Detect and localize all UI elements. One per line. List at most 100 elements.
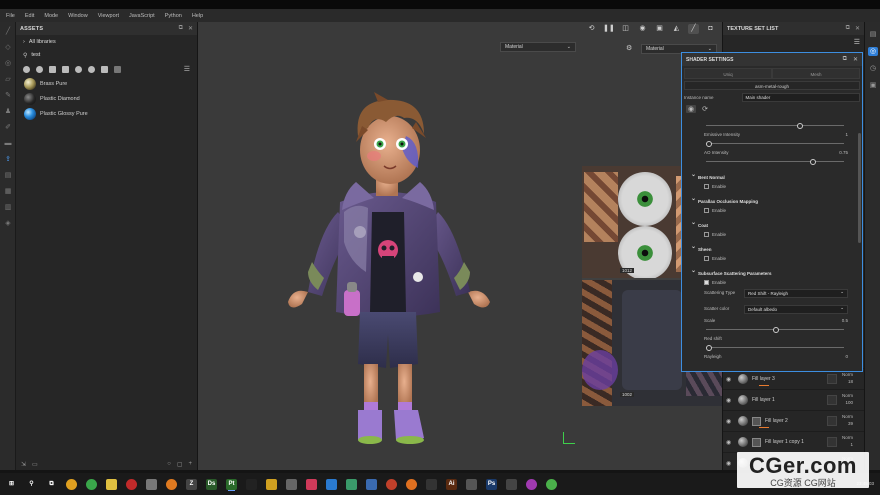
display-settings-icon[interactable]: ▣ (654, 24, 665, 34)
geometry-mask-icon[interactable]: ▱ (3, 76, 13, 84)
bent-normal-enable[interactable]: Enable (688, 182, 854, 191)
dock-panel-icon[interactable]: ⧉ (843, 56, 847, 63)
blender-icon[interactable] (166, 478, 177, 490)
instance-name-field[interactable]: Main shader (741, 92, 860, 102)
cube-icon[interactable]: ◈ (3, 220, 13, 228)
checkbox[interactable] (704, 256, 709, 261)
checkbox[interactable] (704, 208, 709, 213)
app-icon-purple[interactable] (526, 478, 537, 490)
close-icon[interactable]: ✕ (188, 25, 193, 32)
circle-view-icon[interactable]: ○ (167, 461, 171, 468)
menu-javascript[interactable]: JavaScript (129, 13, 155, 19)
emissive-slider[interactable] (688, 139, 854, 149)
app-icon-figure[interactable] (366, 478, 377, 490)
lighting-icon[interactable]: ◭ (671, 24, 682, 34)
photoshop-icon[interactable]: Ds (206, 478, 217, 490)
tab-mesh[interactable]: Mesh (772, 68, 860, 79)
slider-knob[interactable] (706, 344, 712, 351)
projection-icon[interactable]: ◎ (3, 60, 13, 68)
uv-settings-icon[interactable]: ⚙ (626, 44, 632, 52)
scale-slider[interactable] (688, 325, 854, 335)
shader-name[interactable]: asm-metal-rough (684, 81, 860, 90)
menu-file[interactable]: File (6, 13, 15, 19)
eye-visibility-icon[interactable]: ◉ (726, 397, 734, 404)
section-parallax[interactable]: Parallax Occlusion Mapping (688, 195, 854, 206)
library-icon[interactable]: ▤ (3, 172, 13, 180)
app-icon-black[interactable] (246, 478, 257, 490)
section-sheen[interactable]: Sheen (688, 243, 854, 254)
zbrush-icon[interactable]: Z (186, 478, 197, 490)
picker-icon[interactable]: ✐ (3, 124, 13, 132)
eye-visibility-icon[interactable]: ◉ (726, 439, 734, 446)
add-icon[interactable]: + (188, 461, 192, 468)
screenshot-camera-icon[interactable]: ◘ (705, 24, 716, 34)
app-icon-color-wheel[interactable] (66, 478, 77, 490)
coat-enable[interactable]: Enable (688, 230, 854, 239)
task-view-icon[interactable]: ⧉ (46, 479, 57, 490)
param-value[interactable]: 0.5 (842, 317, 848, 325)
search-icon[interactable]: ⚲ (26, 479, 37, 490)
layer-row[interactable]: ◉ Fill layer 2 Norm 39 (723, 410, 865, 431)
layer-blend[interactable]: Norm 39 (842, 413, 853, 427)
scatter-color-select[interactable]: Default albedo (744, 304, 848, 314)
clone-icon[interactable]: ♟ (3, 108, 13, 116)
app-icon-orange[interactable] (266, 478, 277, 490)
filter-menu-icon[interactable]: ☰ (184, 65, 190, 73)
filter-smart-materials-icon[interactable] (36, 65, 43, 73)
refresh-icon[interactable]: ⟳ (702, 105, 708, 113)
checkbox-checked[interactable] (704, 280, 709, 285)
slider-knob[interactable] (706, 140, 712, 147)
folder-icon[interactable] (106, 478, 117, 490)
menu-mode[interactable]: Mode (44, 13, 58, 19)
slider-knob[interactable] (797, 122, 803, 129)
close-icon[interactable]: ✕ (853, 56, 858, 63)
red-shift-slider[interactable] (688, 343, 854, 353)
app-icon-orange-ring[interactable] (406, 478, 417, 490)
layers-stack-icon[interactable]: ▥ (3, 204, 13, 212)
menu-viewport[interactable]: Viewport (98, 13, 119, 19)
checkbox[interactable] (704, 184, 709, 189)
paint-brush-icon[interactable]: ╱ (3, 28, 13, 36)
menu-python[interactable]: Python (165, 13, 182, 19)
camera-icon[interactable]: ◉ (637, 24, 648, 34)
slider-knob[interactable] (773, 326, 779, 333)
layer-blend[interactable]: Norm 1 (842, 434, 853, 448)
eye-visibility-icon[interactable]: ◉ (726, 376, 734, 383)
layer-blend[interactable]: Norm 100 (842, 392, 853, 406)
filter-masks-icon[interactable] (62, 65, 69, 73)
menu-window[interactable]: Window (68, 13, 88, 19)
app-icon-gray[interactable] (146, 478, 157, 490)
settings-menu-icon[interactable]: ☰ (854, 38, 860, 46)
section-bent-normal[interactable]: Bent Normal (688, 171, 854, 182)
menu-help[interactable]: Help (192, 13, 203, 19)
asset-item[interactable]: Plastic Glossy Pure (16, 106, 197, 121)
tab-uniq[interactable]: Uniq (684, 68, 772, 79)
shelf-icon[interactable]: ▦ (3, 188, 13, 196)
history-icon[interactable]: ⟲ (586, 24, 597, 34)
eraser-icon[interactable]: ◇ (3, 44, 13, 52)
close-icon[interactable]: ✕ (855, 25, 860, 32)
section-coat[interactable]: Coat (688, 219, 854, 230)
shader-sphere-icon[interactable]: ◉ (686, 105, 697, 113)
param-value[interactable]: 0.75 (839, 149, 848, 157)
shader-settings-icon[interactable]: ◎ (868, 47, 878, 56)
new-library-icon[interactable]: ▭ (32, 461, 38, 468)
brush-mode-icon[interactable]: ╱ (688, 24, 699, 34)
display-icon[interactable]: ▣ (868, 81, 878, 90)
app-icon-gray2[interactable] (466, 478, 477, 490)
bake-icon[interactable]: ▬ (3, 140, 13, 148)
search-input[interactable]: test (31, 52, 190, 58)
float-panel-icon[interactable]: ⧉ (179, 25, 183, 32)
app-icon-blue[interactable] (326, 478, 337, 490)
filter-materials-icon[interactable] (23, 65, 30, 73)
grid-view-icon[interactable]: ▢ (177, 461, 183, 468)
sheen-enable[interactable]: Enable (688, 254, 854, 263)
eye-visibility-icon[interactable]: ◉ (726, 460, 734, 467)
filter-textures-icon[interactable] (49, 65, 56, 73)
app-icon-monitor[interactable] (506, 478, 517, 490)
layer-row[interactable]: ◉ Fill layer 1 copy 1 Norm 1 (723, 431, 865, 452)
app-icon-red-swirl[interactable] (386, 478, 397, 490)
texture-set-icon[interactable]: ▤ (868, 30, 878, 39)
painter-icon[interactable]: Pt (226, 478, 237, 490)
slider-knob[interactable] (810, 158, 816, 165)
